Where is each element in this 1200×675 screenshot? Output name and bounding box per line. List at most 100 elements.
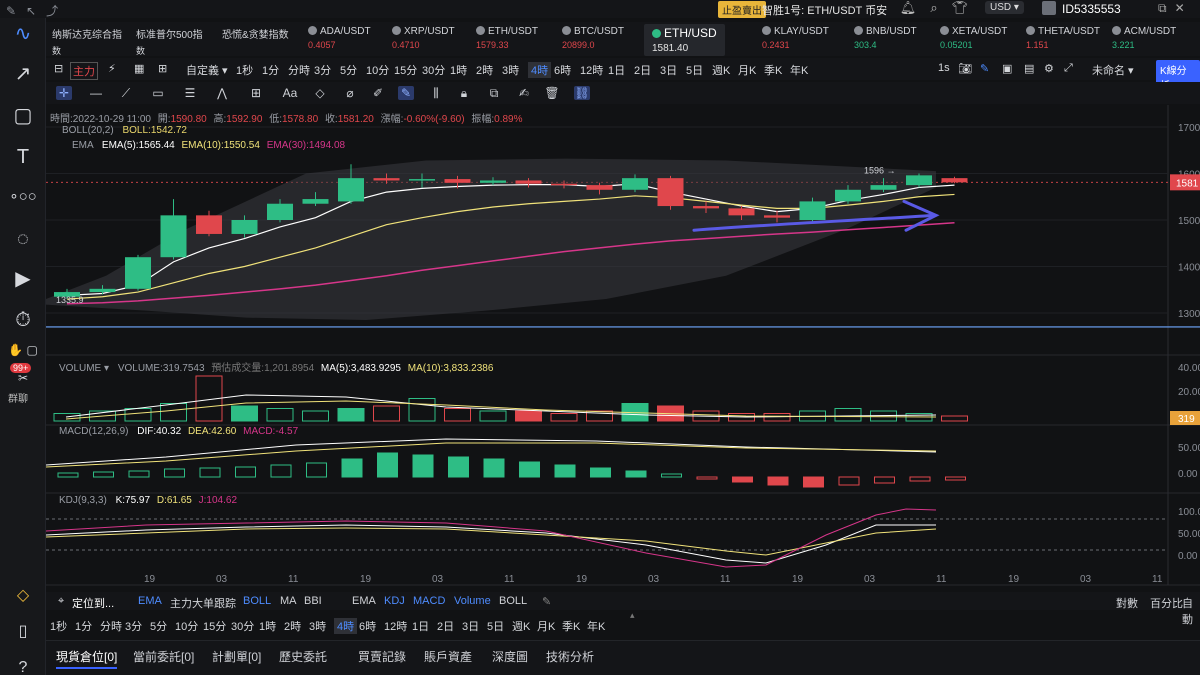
timeframe-12[interactable]: 6時 [554,62,571,78]
timer-icon[interactable]: ⏱ [8,306,38,334]
bottom-timeframe-19[interactable]: 月K [537,618,555,634]
fib-icon[interactable]: ☰ [182,86,198,100]
bottom-timeframe-15[interactable]: 2日 [437,618,454,634]
bottom-timeframe-11[interactable]: 4時 [334,618,358,634]
eraser-icon[interactable]: ⌀ [342,86,358,100]
camera-icon[interactable]: 📷︎ [958,62,972,75]
bottom-timeframe-1[interactable]: 1分 [75,618,92,634]
replay-icon[interactable]: ▶ [8,265,38,293]
bottom-timeframe-2[interactable]: 分時 [100,618,122,634]
log-scale-toggle[interactable]: 對數 [1116,595,1138,611]
edit-icon[interactable]: ✍ [516,86,532,100]
trash-icon[interactable]: 🗑︎ [544,86,560,100]
timeframe-2[interactable]: 分時 [288,62,310,78]
ticker-bnb-usdt-9[interactable]: BNB/USDT 303.4 [854,26,917,50]
trend-line-icon[interactable]: ⟋ [118,86,134,100]
restore-icon[interactable]: ⧉ [1158,1,1167,15]
bottom-timeframe-0[interactable]: 1秒 [50,618,67,634]
sub-ind-volume[interactable]: Volume [454,595,491,607]
main-force-button[interactable]: 主力 [70,62,98,80]
copy-icon[interactable]: ⧉ [486,86,502,100]
bottom-timeframe-12[interactable]: 6時 [359,618,376,634]
ticker---2[interactable]: 恐慌&贪婪指数 [222,26,289,44]
sub-ind-boll[interactable]: BOLL [499,595,527,607]
candle-compare-icon[interactable]: ⫼ [428,86,444,100]
locate-icon[interactable]: ⌖ [58,595,64,608]
magnet-icon[interactable]: ◇ [312,86,328,100]
bottom-timeframe-3[interactable]: 3分 [125,618,142,634]
timeframe-14[interactable]: 1日 [608,62,625,78]
rectangle-tool-icon[interactable]: ▢ [8,102,38,130]
brush-icon[interactable]: ✎ [980,62,989,75]
ema-readout[interactable]: EMA EMA(5):1565.44 EMA(10):1550.54 EMA(3… [72,140,345,151]
ticker-ada-usdt-3[interactable]: ADA/USDT 0.4057 [308,26,371,50]
measure-icon[interactable]: ⊞ [248,86,264,100]
ticker-klay-usdt-8[interactable]: KLAY/USDT 0.2431 [762,26,829,50]
color-wheel-icon[interactable]: ◌ [8,225,38,253]
collapse-icon[interactable]: ▴ [630,610,635,621]
bottom-tab-1[interactable]: 當前委託[0] [133,648,194,665]
stop-profit-badge[interactable]: 止盈賣出 [718,1,766,18]
bottom-tab-3[interactable]: 歷史委託 [279,648,327,665]
kdj-readout[interactable]: KDJ(9,3,3) K:75.97 D:61.65 J:104.62 [59,495,237,506]
shirt-icon[interactable]: 👕︎ [947,0,973,16]
timeframe-5[interactable]: 10分 [366,62,389,78]
timeframe-3[interactable]: 3分 [314,62,331,78]
bottom-timeframe-17[interactable]: 5日 [487,618,504,634]
sub-ind-ema[interactable]: EMA [352,595,376,607]
boll-readout[interactable]: BOLL(20,2) BOLL:1542.72 [62,125,187,136]
settings-icon[interactable]: ⚙ [1044,62,1054,75]
diamond-icon[interactable]: ◇ [8,582,38,610]
currency-select[interactable]: USD ▾ [985,1,1024,14]
main-ind-mainforce[interactable]: 主力大单跟踪 [170,595,236,611]
bottom-tab-7[interactable]: 技術分析 [546,648,594,665]
sub-tool-icons[interactable]: ✋ ▢ ✂ [8,336,38,385]
layout-toggle-icon[interactable]: ▣ [1002,62,1012,75]
close-icon[interactable]: ✕ [1175,1,1185,15]
cursor-icon[interactable]: ↖ [26,4,36,18]
volume-readout[interactable]: VOLUME ▾ VOLUME:319.7543 預估成交量:1,201.895… [59,359,493,374]
text-tool-icon[interactable]: T [8,143,38,171]
bottom-timeframe-14[interactable]: 1日 [412,618,429,634]
pencil-icon[interactable]: ✐ [370,86,386,100]
timeframe-9[interactable]: 2時 [476,62,493,78]
bottom-timeframe-9[interactable]: 2時 [284,618,301,634]
timeframe-20[interactable]: 季K [764,62,782,78]
timeframe-8[interactable]: 1時 [450,62,467,78]
ticker--500--1[interactable]: 标准普尔500指数 [136,26,203,57]
timeframe-10[interactable]: 3時 [502,62,519,78]
avatar[interactable] [1042,1,1056,15]
text-annotation-icon[interactable]: Aa [282,86,298,100]
interval-1s[interactable]: 1s [938,62,950,74]
layout-icon[interactable]: ⊟ [54,62,63,75]
bottom-timeframe-16[interactable]: 3日 [462,618,479,634]
crosshair-icon[interactable]: ✛ [56,86,72,100]
bottom-tab-5[interactable]: 賬戶資產 [424,648,472,665]
main-ind-ema[interactable]: EMA [138,595,162,607]
chart-type-icon[interactable]: ⊞ [158,62,167,75]
highlighter-icon[interactable]: ✎ [398,86,414,100]
link-icon[interactable]: ⛓ [574,86,590,100]
ticker-xrp-usdt-4[interactable]: XRP/USDT 0.4710 [392,26,455,50]
bottom-timeframe-20[interactable]: 季K [562,618,580,634]
bottom-tab-6[interactable]: 深度圖 [492,648,528,665]
arrow-line-icon[interactable]: ↗ [8,60,38,88]
bottom-timeframe-13[interactable]: 12時 [384,618,407,634]
pen-icon[interactable]: ✎ [6,4,16,18]
timeframe-15[interactable]: 2日 [634,62,651,78]
main-ind-ma[interactable]: MA [280,595,297,607]
phone-icon[interactable]: ▯ [8,618,38,646]
ticker-eth-usd-7[interactable]: ETH/USD 1581.40 [644,24,725,56]
ticker-btc-usdt-6[interactable]: BTC/USDT 20899.0 [562,26,624,50]
wave-icon[interactable]: ⋀ [214,86,230,100]
bell-icon[interactable]: 🔔︎ [895,0,921,16]
bottom-timeframe-18[interactable]: 週K [512,618,530,634]
box-icon[interactable]: ▭ [150,86,166,100]
main-ind-boll[interactable]: BOLL [243,595,271,607]
help-icon[interactable]: ? [8,654,38,675]
macd-readout[interactable]: MACD(12,26,9) DIF:40.32 DEA:42.60 MACD:-… [59,426,298,437]
bottom-tab-0[interactable]: 現貨倉位[0] [56,648,118,669]
edit-indicators-icon[interactable]: ✎ [542,595,551,608]
percent-scale-toggle[interactable]: 百分比 [1150,595,1183,611]
timeframe-0[interactable]: 1秒 [236,62,253,78]
